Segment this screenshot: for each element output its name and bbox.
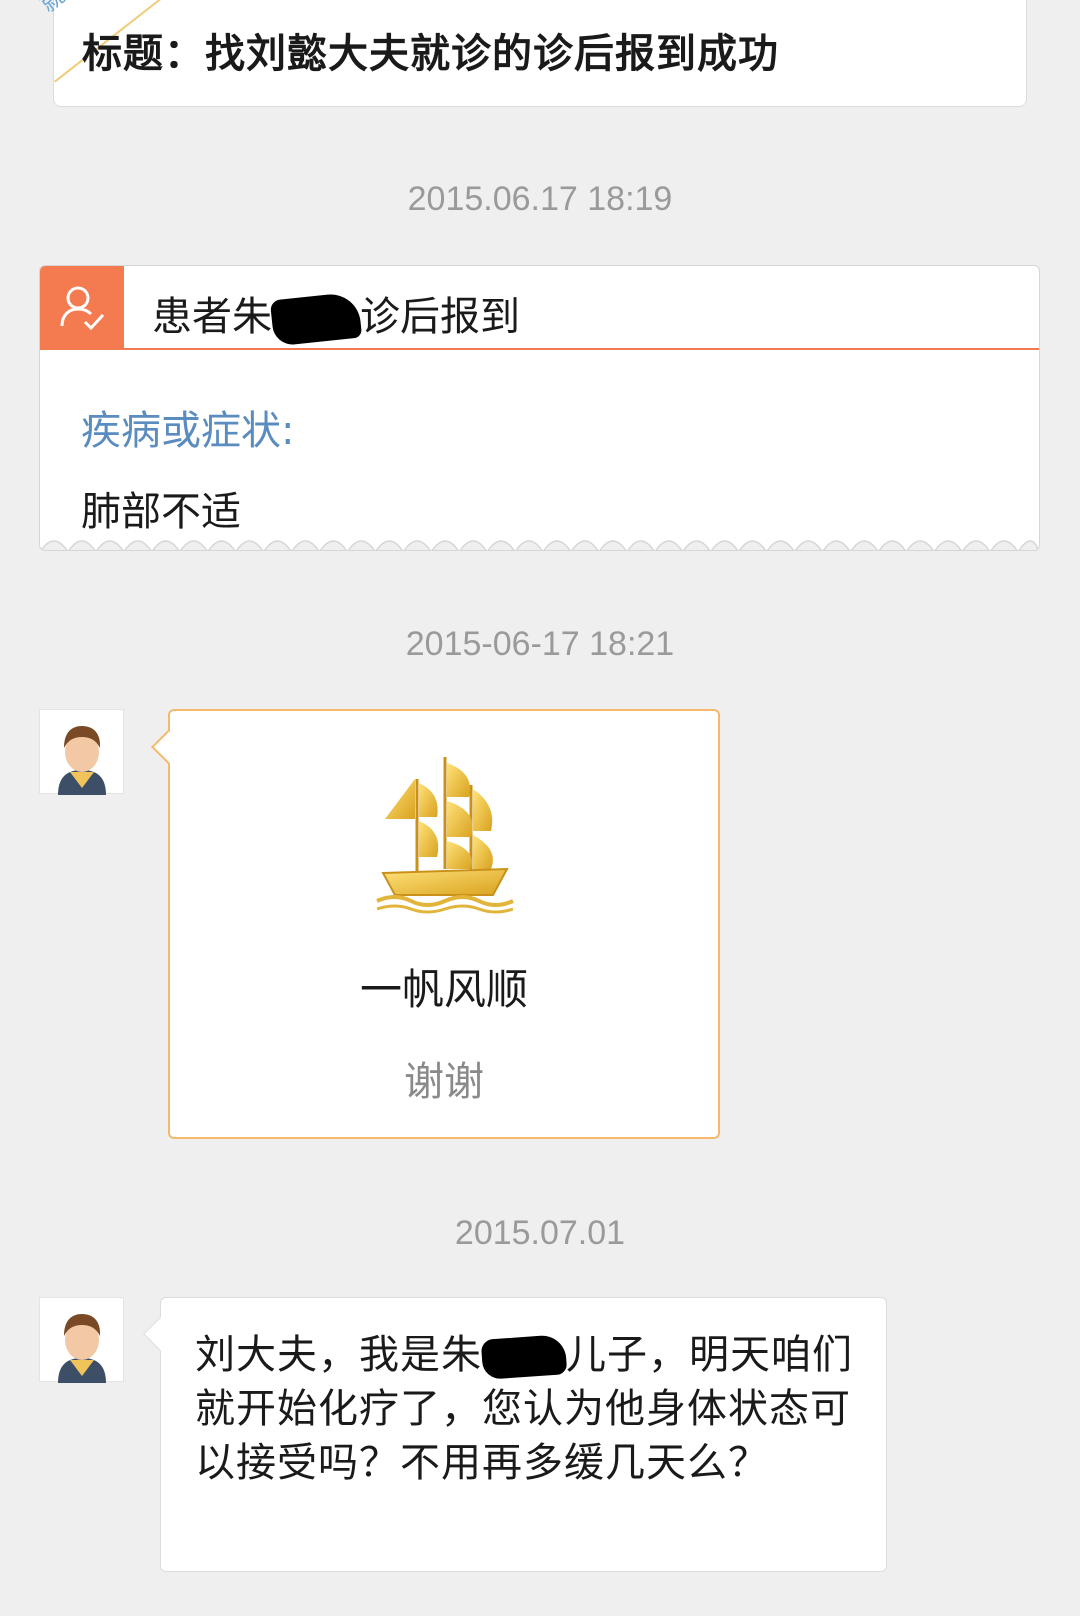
redaction-mark [269,291,363,347]
golden-ship-icon [376,757,514,914]
timestamp: 2015.07.01 [454,1214,626,1252]
message-prefix: 刘大夫，我是朱 [195,1332,482,1378]
avatar[interactable] [39,1297,124,1383]
report-title-suffix: 诊后报到 [360,294,520,340]
page-title: 标题：找刘懿大夫就诊的诊后报到成功 [82,31,779,77]
scallop-edge [40,540,1039,550]
text-message-bubble[interactable]: 刘大夫，我是朱 儿子，明天咱们就开始化疗了，您认为他身体状态可以接受吗？不用再多缓… [143,1297,887,1572]
gift-name: 一帆风顺 [359,965,528,1014]
report-card-title: 患者朱 诊后报到 [152,284,520,347]
message-text: 刘大夫，我是朱 儿子，明天咱们就开始化疗了，您认为他身体状态可以接受吗？不用再多缓… [195,1328,865,1490]
gift-note: 谢谢 [404,1059,484,1105]
symptom-value: 肺部不适 [81,489,241,535]
user-check-icon [40,266,124,350]
timestamp: 2015.06.17 18:19 [407,180,673,218]
bubble-tail [143,1317,177,1351]
symptom-label: 疾病或症状: [81,408,295,454]
report-title-prefix: 患者朱 [152,294,272,340]
report-card-header: 患者朱 诊后报到 [40,266,1039,350]
bubble-tail [151,730,185,764]
title-card: 就诊后 标题：找刘懿大夫就诊的诊后报到成功 [36,0,1027,107]
redaction-mark [480,1334,568,1380]
report-card[interactable]: 患者朱 诊后报到 疾病或症状: 肺部不适 [39,265,1040,551]
timestamp: 2015-06-17 18:21 [405,625,675,663]
avatar[interactable] [39,709,124,795]
gift-message-bubble[interactable]: 一帆风顺 谢谢 [151,709,720,1139]
